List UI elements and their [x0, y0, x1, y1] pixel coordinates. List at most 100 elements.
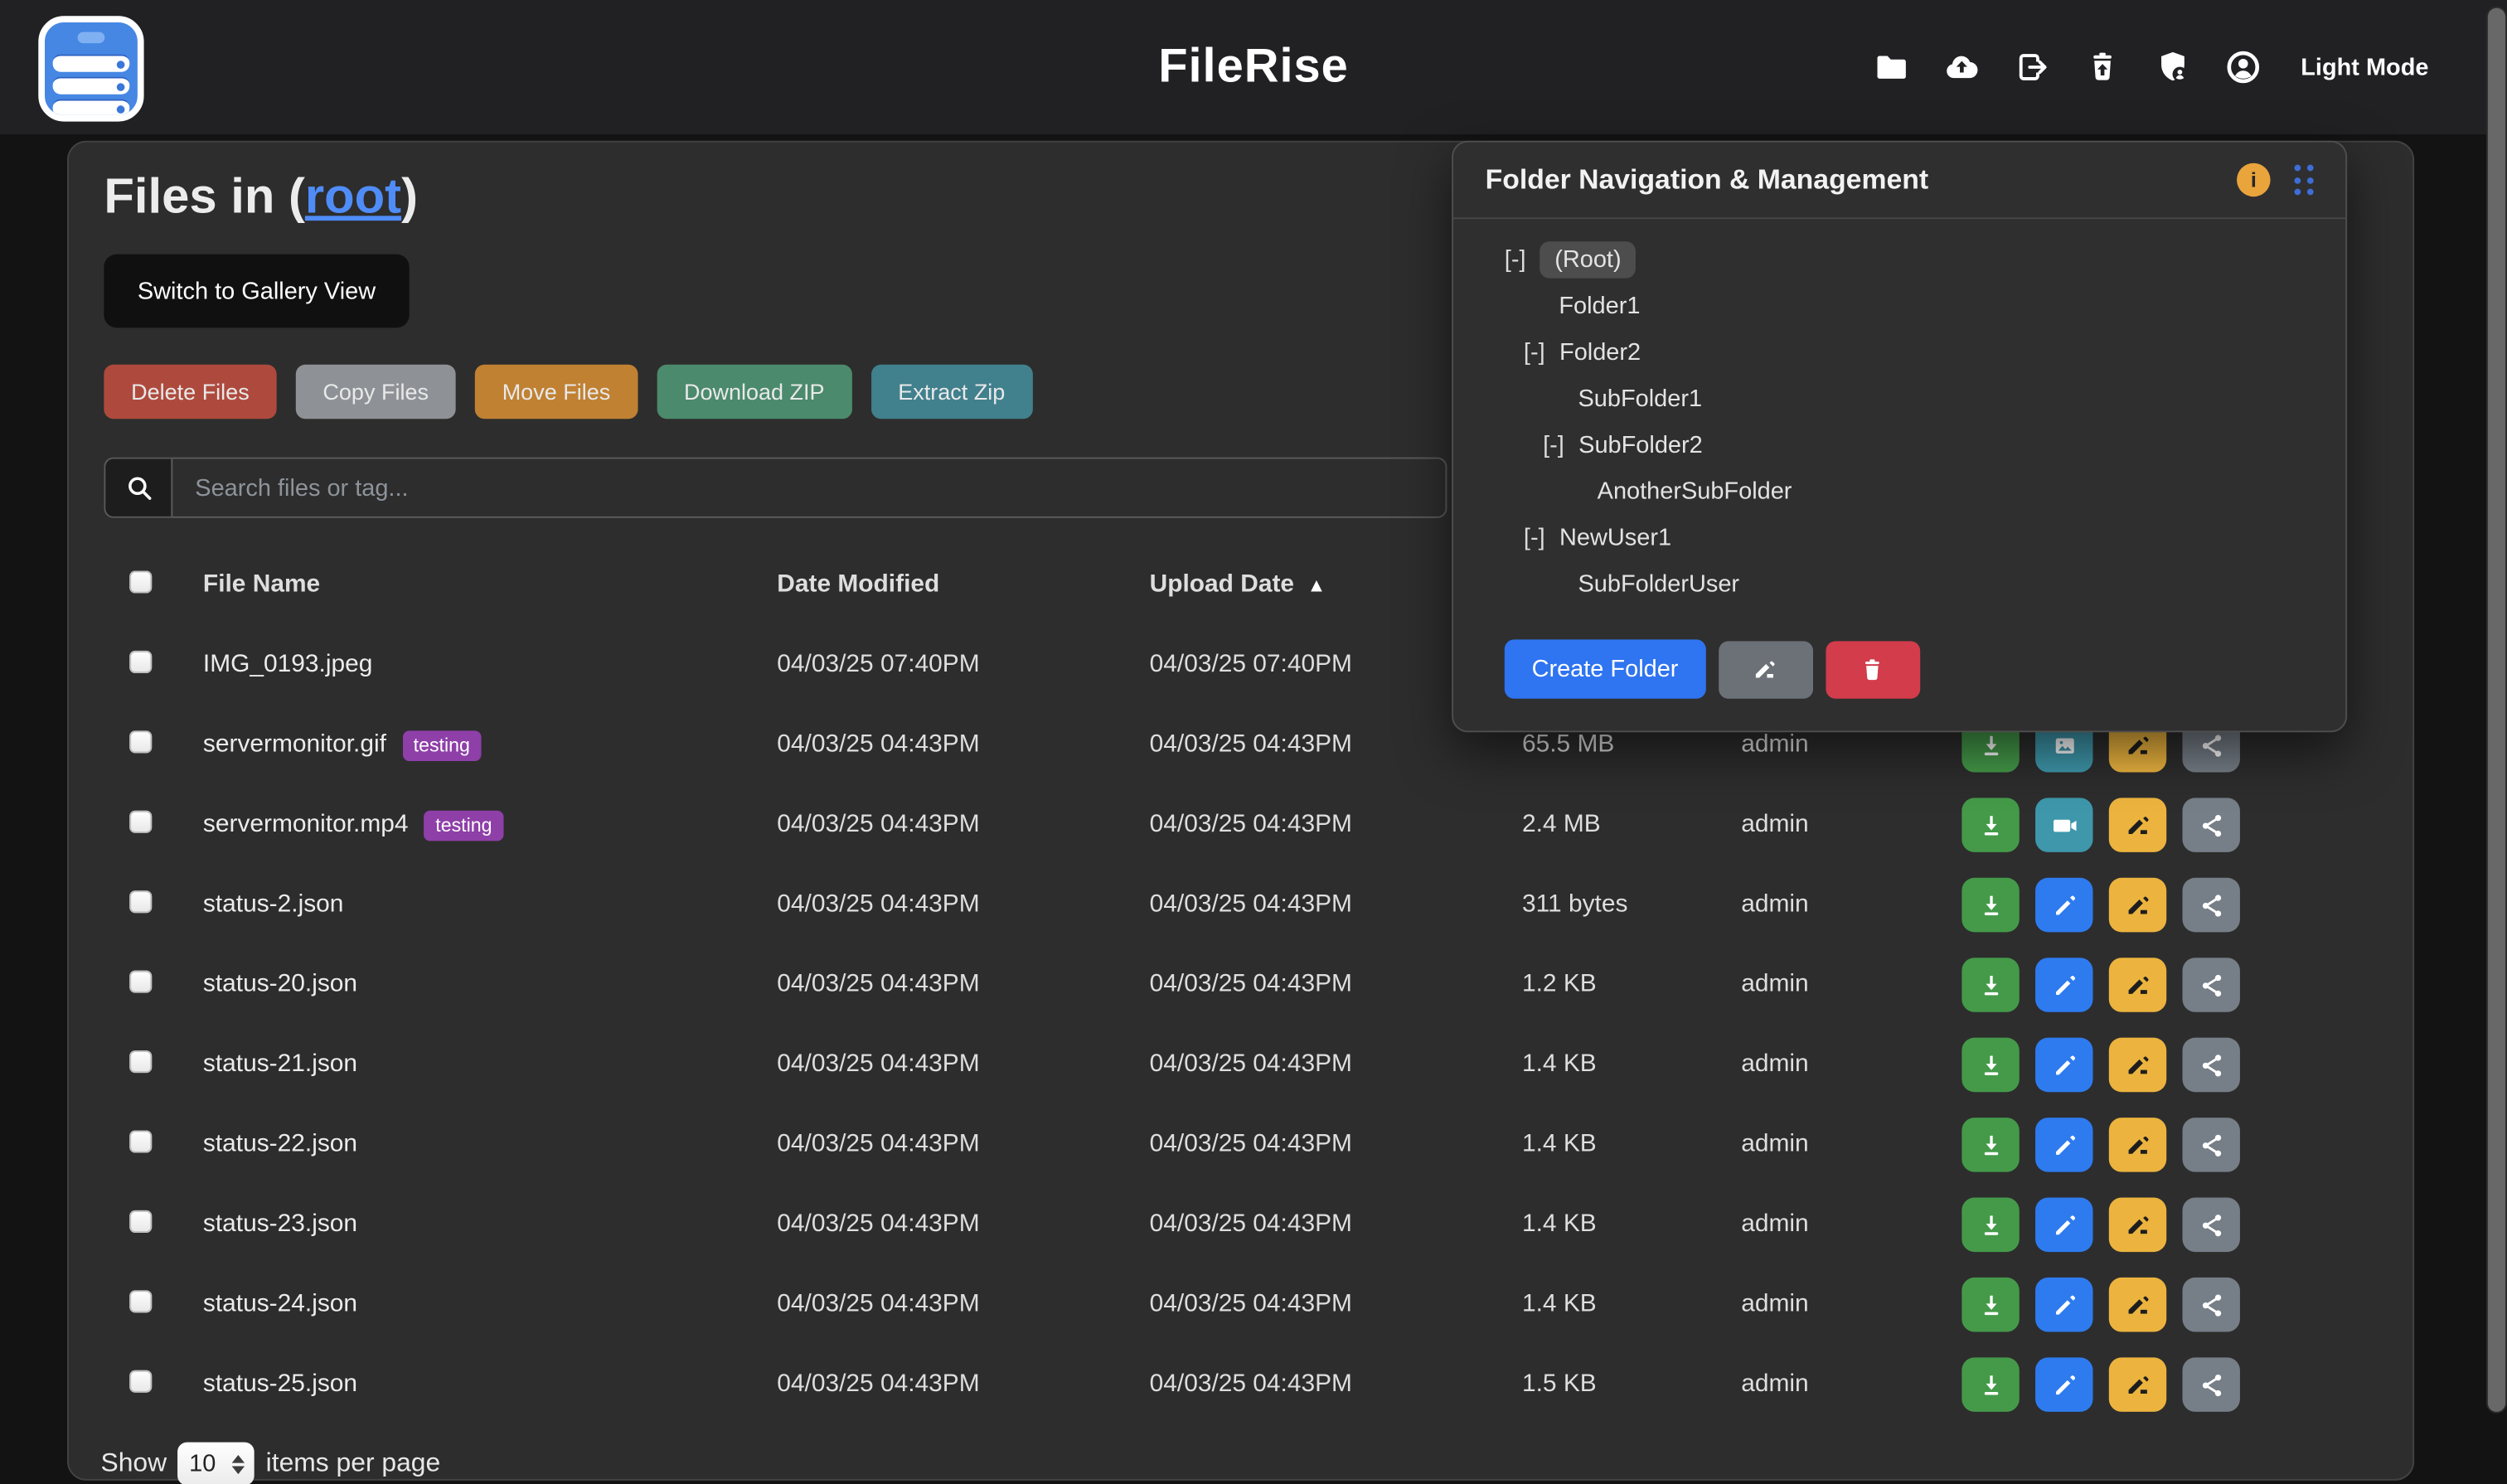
select-all-checkbox[interactable]: [129, 570, 152, 593]
row-checkbox[interactable]: [129, 730, 152, 752]
share-button[interactable]: [2182, 1197, 2239, 1252]
download-button[interactable]: [1961, 798, 2019, 852]
tree-toggle-icon[interactable]: [-]: [1524, 525, 1545, 552]
tree-item-subfolderuser[interactable]: SubFolderUser: [1578, 561, 2345, 608]
row-checkbox[interactable]: [129, 970, 152, 992]
tree-toggle-icon[interactable]: [-]: [1505, 246, 1526, 274]
root-folder-link[interactable]: root: [305, 167, 401, 223]
account-icon[interactable]: [2224, 48, 2262, 86]
cloud-upload-icon[interactable]: [1942, 48, 1981, 86]
rename-button[interactable]: [2109, 1197, 2166, 1252]
file-size: 1.4 KB: [1522, 1050, 1741, 1079]
row-checkbox[interactable]: [129, 1210, 152, 1232]
rename-button[interactable]: [2109, 958, 2166, 1012]
row-checkbox[interactable]: [129, 1370, 152, 1392]
per-page-suffix: items per page: [266, 1448, 441, 1479]
rename-button[interactable]: [2109, 1118, 2166, 1172]
share-button[interactable]: [2182, 1278, 2239, 1332]
download-button[interactable]: [1961, 1357, 2019, 1412]
file-name[interactable]: servermonitor.gif: [203, 730, 386, 759]
search-input[interactable]: [171, 458, 1447, 518]
file-name[interactable]: IMG_0193.jpeg: [203, 651, 372, 680]
edit-button[interactable]: [2035, 1038, 2092, 1093]
delete-folder-button[interactable]: [1826, 640, 1920, 697]
preview-video-button[interactable]: [2035, 798, 2092, 852]
rename-button[interactable]: [2109, 1038, 2166, 1093]
share-button[interactable]: [2182, 798, 2239, 852]
column-header-date-modified[interactable]: Date Modified: [777, 570, 1149, 599]
rename-button[interactable]: [2109, 878, 2166, 933]
download-zip-button[interactable]: Download ZIP: [657, 365, 851, 419]
tree-item-anothersubfolder[interactable]: AnotherSubFolder: [1598, 468, 2346, 515]
upload-date: 04/03/25 04:43PM: [1150, 890, 1522, 919]
rename-button[interactable]: [2109, 798, 2166, 852]
tree-item-root[interactable]: [-](Root): [1505, 236, 2345, 283]
rename-button[interactable]: [2109, 1278, 2166, 1332]
delete-files-button[interactable]: Delete Files: [104, 365, 276, 419]
switch-gallery-view-button[interactable]: Switch to Gallery View: [104, 255, 409, 328]
filerise-logo[interactable]: [38, 16, 143, 121]
download-button[interactable]: [1961, 878, 2019, 933]
upload-date: 04/03/25 04:43PM: [1150, 730, 1522, 759]
edit-button[interactable]: [2035, 1278, 2092, 1332]
uploader: admin: [1741, 1370, 1961, 1399]
items-per-page-select[interactable]: 10: [178, 1443, 255, 1484]
share-button[interactable]: [2182, 1038, 2239, 1093]
rename-button[interactable]: [2109, 1357, 2166, 1412]
download-button[interactable]: [1961, 1038, 2019, 1093]
copy-files-button[interactable]: Copy Files: [296, 365, 456, 419]
rename-folder-button[interactable]: [1719, 640, 1813, 697]
download-button[interactable]: [1961, 1197, 2019, 1252]
edit-button[interactable]: [2035, 1197, 2092, 1252]
scrollbar-thumb[interactable]: [2488, 8, 2505, 1412]
download-button[interactable]: [1961, 1278, 2019, 1332]
edit-button[interactable]: [2035, 1118, 2092, 1172]
file-tag: testing: [424, 810, 503, 841]
file-name[interactable]: status-20.json: [203, 971, 357, 1000]
admin-shield-icon[interactable]: [2154, 48, 2192, 86]
file-name[interactable]: status-22.json: [203, 1130, 357, 1159]
file-name[interactable]: status-2.json: [203, 890, 344, 919]
restore-trash-icon[interactable]: [2083, 48, 2121, 86]
tree-toggle-icon[interactable]: [-]: [1524, 339, 1545, 366]
tree-toggle-icon[interactable]: [-]: [1543, 432, 1564, 459]
download-button[interactable]: [1961, 1118, 2019, 1172]
info-icon[interactable]: i: [2237, 163, 2271, 197]
share-button[interactable]: [2182, 878, 2239, 933]
theme-toggle[interactable]: Light Mode: [2301, 54, 2428, 81]
edit-button[interactable]: [2035, 1357, 2092, 1412]
share-button[interactable]: [2182, 958, 2239, 1012]
share-button[interactable]: [2182, 1118, 2239, 1172]
extract-zip-button[interactable]: Extract Zip: [870, 365, 1032, 419]
tree-item-folder2[interactable]: [-]Folder2: [1524, 329, 2345, 376]
row-checkbox[interactable]: [129, 890, 152, 912]
share-button[interactable]: [2182, 1357, 2239, 1412]
row-checkbox[interactable]: [129, 1130, 152, 1152]
row-checkbox[interactable]: [129, 810, 152, 832]
create-folder-button[interactable]: Create Folder: [1505, 639, 1705, 698]
sign-out-icon[interactable]: [2013, 48, 2051, 86]
download-button[interactable]: [1961, 958, 2019, 1012]
tree-item-subfolder1[interactable]: SubFolder1: [1578, 376, 2345, 422]
table-row: status-2.json04/03/25 04:43PM04/03/25 04…: [69, 865, 2412, 944]
tree-item-subfolder2[interactable]: [-]SubFolder2: [1543, 422, 2345, 468]
edit-button[interactable]: [2035, 878, 2092, 933]
row-actions: [1961, 1197, 2412, 1252]
tree-item-folder1[interactable]: Folder1: [1559, 283, 2345, 329]
folder-icon[interactable]: [1872, 48, 1910, 86]
drag-handle-icon[interactable]: [2294, 165, 2313, 196]
edit-button[interactable]: [2035, 958, 2092, 1012]
column-header-file-name[interactable]: File Name: [203, 570, 777, 599]
move-files-button[interactable]: Move Files: [475, 365, 638, 419]
row-checkbox[interactable]: [129, 1289, 152, 1312]
tree-item-newuser1[interactable]: [-]NewUser1: [1524, 515, 2345, 561]
file-name[interactable]: status-23.json: [203, 1210, 357, 1239]
file-name[interactable]: servermonitor.mp4: [203, 811, 409, 840]
search-icon[interactable]: [104, 458, 171, 518]
row-checkbox[interactable]: [129, 650, 152, 672]
file-name[interactable]: status-25.json: [203, 1370, 357, 1399]
folder-panel-header: Folder Navigation & Management i: [1453, 143, 2345, 220]
file-name[interactable]: status-21.json: [203, 1050, 357, 1079]
row-checkbox[interactable]: [129, 1050, 152, 1072]
file-name[interactable]: status-24.json: [203, 1290, 357, 1319]
